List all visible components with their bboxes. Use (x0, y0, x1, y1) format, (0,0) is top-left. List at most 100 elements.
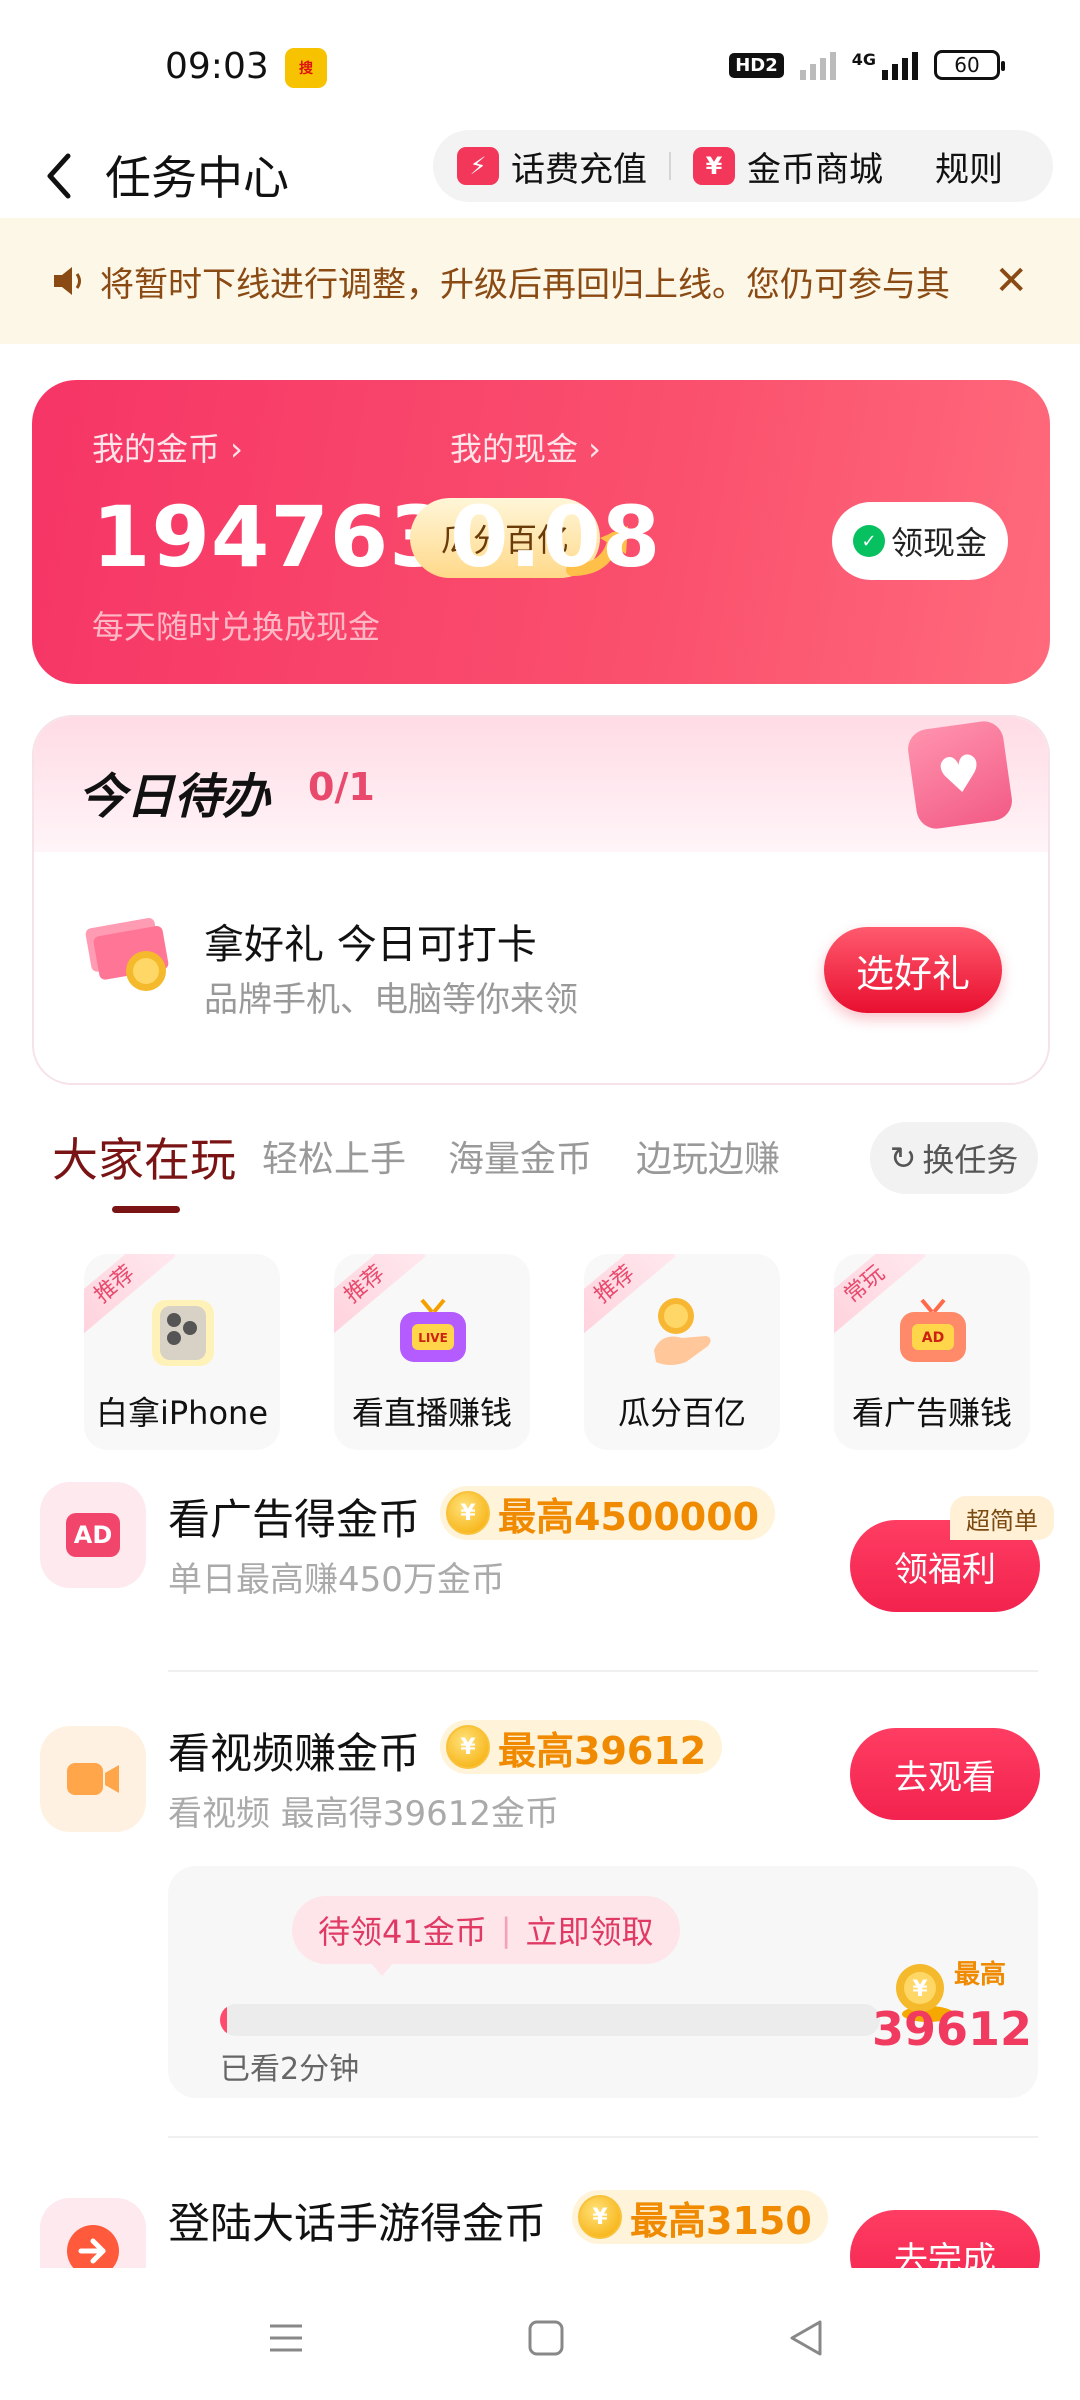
rules-link[interactable]: 规则 (935, 142, 1003, 191)
speaker-icon (54, 267, 81, 295)
pending-coins-bubble: 待领41金币 | 立即领取 (292, 1896, 680, 1976)
play-item-ad-earn[interactable]: 常玩 AD 看广告赚钱 (834, 1254, 1030, 1450)
cash-stack-icon (85, 918, 169, 991)
task-title: 登陆大话手游得金币 (168, 2199, 547, 2248)
claim-cash-button[interactable]: ✓ 领现金 (832, 502, 1008, 580)
my-coins-link[interactable]: 我的金币 › (92, 424, 243, 470)
refresh-icon: ↻ (889, 1139, 917, 1177)
watch-progress-bar (220, 2004, 880, 2036)
battery-icon: 60 (934, 50, 1005, 80)
arrow-icon-graphic (67, 2225, 119, 2268)
coin-icon: ¥ (578, 2195, 622, 2239)
ad-tv-icon: AD (900, 1298, 966, 1362)
play-item-split-billions[interactable]: 推荐 瓜分百亿 (584, 1254, 780, 1450)
recharge-label: 话费充值 (511, 149, 647, 190)
bubble-separator: | (500, 1911, 512, 1949)
ticket-icon: ¥ (693, 147, 735, 185)
play-item-label: 看直播赚钱 (351, 1394, 512, 1432)
swap-tasks-button[interactable]: ↻ 换任务 (870, 1122, 1038, 1194)
close-icon[interactable]: ✕ (994, 258, 1028, 304)
lightning-icon: ⚡ (457, 147, 499, 185)
coin-icon: ¥ (446, 1491, 490, 1535)
video-progress-card: 待领41金币 | 立即领取 已看2分钟 ¥ 最高 39612 (168, 1866, 1038, 2098)
notice-text: 将暂时下线进行调整，升级后再回归上线。您仍可参与其 (100, 264, 950, 305)
app-header: 任务中心 ⚡ 话费充值 ¥ 金币商城 规则 (0, 130, 1080, 220)
status-bar: 09:03 搜 HD2 4G 60 (0, 0, 1080, 130)
today-task-subtitle: 品牌手机、电脑等你来领 (204, 980, 578, 1020)
ad-icon: AD (40, 1482, 146, 1588)
header-actions: ⚡ 话费充值 ¥ 金币商城 规则 (433, 130, 1053, 202)
play-item-free-iphone[interactable]: 推荐 白拿iPhone (84, 1254, 280, 1450)
task-reward-badge: ¥ 最高4500000 (440, 1486, 776, 1540)
video-camera-icon (40, 1726, 146, 1832)
wallet-card: 我的金币 › 194763 每天随时兑换成现金 瓜分百亿 我的现金 › 0.08… (32, 380, 1050, 684)
coins-subtitle: 每天随时兑换成现金 (92, 608, 381, 646)
claim-cash-label: 领现金 (890, 524, 987, 562)
pending-coins-text: 待领41金币 (318, 1913, 487, 1951)
status-time: 09:03 (165, 46, 269, 87)
task-reward-text: 最高39612 (498, 1728, 707, 1773)
divider (669, 152, 671, 180)
menu-icon[interactable] (256, 2308, 316, 2368)
status-indicators: HD2 4G 60 (729, 50, 1005, 80)
super-easy-tag: 超简单 (950, 1496, 1054, 1540)
swap-tasks-label: 换任务 (922, 1141, 1019, 1179)
task-watch-ads: AD 看广告得金币 ¥ 最高4500000 单日最高赚450万金币 领福利 超简… (0, 1478, 1080, 1638)
task-login-game: 登陆大话手游得金币 ¥ 最高3150 去完成 (0, 2150, 1080, 2268)
max-label: 最高 (954, 1960, 1007, 1990)
watch-progress-fill (220, 2004, 227, 2036)
my-cash-link[interactable]: 我的现金 › (450, 424, 601, 470)
coin-mall-label: 金币商城 (747, 149, 883, 190)
task-reward-badge: ¥ 最高3150 (572, 2190, 828, 2244)
hd-voice-icon: HD2 (729, 52, 784, 78)
task-icon-text: AD (66, 1513, 120, 1557)
task-tabs: 大家在玩 轻松上手 海量金币 边玩边赚 ↻ 换任务 (0, 1118, 1080, 1228)
max-value: 39612 (872, 2002, 1033, 2056)
system-nav-bar (0, 2268, 1080, 2400)
cash-value: 0.08 (450, 488, 662, 586)
tab-play-and-earn[interactable]: 边玩边赚 (636, 1130, 780, 1182)
wechat-icon: ✓ (852, 525, 885, 557)
active-tab-indicator (112, 1206, 180, 1213)
divider (168, 2136, 1038, 2138)
coin-mall-button[interactable]: ¥ 金币商城 (693, 142, 883, 191)
signal-sim1-icon (799, 50, 836, 80)
task-reward-badge: ¥ 最高39612 (440, 1720, 723, 1774)
task-reward-text: 最高3150 (630, 2198, 812, 2243)
play-item-label: 看广告赚钱 (851, 1394, 1012, 1432)
recharge-button[interactable]: ⚡ 话费充值 (457, 142, 647, 191)
network-type-label: 4G (851, 50, 876, 69)
task-title: 看视频赚金币 (168, 1729, 421, 1778)
go-complete-button[interactable]: 去完成 (850, 2210, 1040, 2268)
today-task-title: 拿好礼 今日可打卡 (204, 922, 537, 968)
pick-gift-button[interactable]: 选好礼 (824, 927, 1002, 1013)
today-todo-card: 今日待办 0/1 ♥ 拿好礼 今日可打卡 品牌手机、电脑等你来领 选好礼 (32, 715, 1050, 1085)
svg-text:¥: ¥ (912, 1977, 928, 2002)
back-arrow-icon[interactable] (30, 144, 90, 204)
task-subtitle: 单日最高赚450万金币 (168, 1560, 505, 1600)
tab-massive-coins[interactable]: 海量金币 (448, 1130, 592, 1182)
signal-sim2-icon (882, 50, 918, 80)
play-item-label: 白拿iPhone (95, 1394, 269, 1432)
watched-time-text: 已看2分钟 (220, 2052, 360, 2087)
hand-coin-icon (654, 1298, 711, 1365)
home-icon[interactable] (516, 2308, 576, 2368)
today-count: 0/1 (308, 765, 375, 809)
go-watch-button[interactable]: 去观看 (850, 1728, 1040, 1820)
svg-text:AD: AD (922, 1330, 944, 1346)
page-title: 任务中心 (105, 151, 289, 205)
divider (168, 1670, 1038, 1672)
tab-everyone-playing[interactable]: 大家在玩 (52, 1124, 236, 1190)
task-reward-text: 最高4500000 (498, 1494, 760, 1539)
task-subtitle: 看视频 最高得39612金币 (168, 1794, 559, 1834)
task-title: 看广告得金币 (168, 1495, 421, 1544)
coins-value: 194763 (92, 488, 449, 586)
play-item-label: 瓜分百亿 (617, 1394, 746, 1432)
arrow-right-circle-icon (40, 2198, 146, 2268)
coin-icon: ¥ (446, 1725, 490, 1769)
claim-now-link[interactable]: 立即领取 (526, 1907, 654, 1953)
play-item-live-earn[interactable]: 推荐 LIVE 看直播赚钱 (334, 1254, 530, 1450)
back-triangle-icon[interactable] (776, 2308, 836, 2368)
calendar-heart-icon: ♥ (905, 718, 1015, 832)
tab-easy-start[interactable]: 轻松上手 (262, 1130, 406, 1182)
